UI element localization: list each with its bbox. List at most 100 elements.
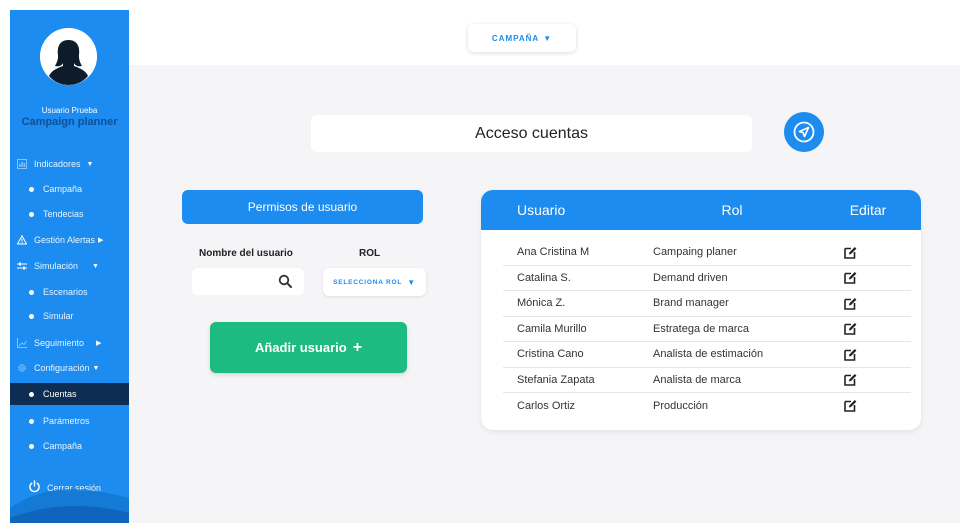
send-button[interactable] (784, 112, 824, 152)
user-cell: Stefania Zapata (517, 373, 595, 386)
bullet-icon (29, 443, 34, 449)
edit-cell (821, 373, 879, 387)
campaign-dropdown-label: CAMPAÑA (491, 33, 540, 43)
user-cell: Mónica Z. (517, 297, 566, 310)
edit-cell (821, 322, 879, 336)
edit-icon[interactable] (843, 322, 857, 336)
edit-icon[interactable] (843, 271, 857, 285)
user-cell: Carlos Ortiz (517, 399, 576, 412)
username-label: Nombre del usuario (199, 248, 293, 259)
table-row: Mónica Z. Brand manager (503, 291, 911, 317)
sidebar-item-seguimiento[interactable]: Seguimiento ▶ (10, 332, 129, 354)
column-header-role: Rol (721, 202, 743, 218)
send-icon (793, 121, 815, 143)
sidebar-item-label: Parámetros (43, 416, 90, 426)
sidebar-item-label: Tendecias (43, 209, 84, 219)
user-cell: Ana Cristina M (517, 246, 590, 259)
bullet-icon (29, 289, 34, 295)
edit-icon[interactable] (843, 348, 857, 361)
sidebar-item-label: Campaña (43, 184, 83, 194)
chevron-down-icon: ▼ (92, 364, 100, 372)
sidebar-item-label: Simular (43, 311, 74, 321)
user-silhouette-icon (40, 28, 97, 85)
sidebar-item-campana[interactable]: Campaña (10, 178, 129, 200)
role-cell: Campaing planer (653, 246, 737, 259)
sidebar-item-campana-config[interactable]: Campaña (10, 435, 129, 457)
table-row: Camila Murillo Estratega de marca (503, 317, 911, 342)
edit-icon[interactable] (843, 399, 857, 413)
sidebar-item-label: Indicadores (34, 159, 81, 169)
role-cell: Producción (653, 399, 709, 412)
bullet-icon (29, 211, 34, 217)
sidebar-item-label: Gestión Alertas (34, 235, 96, 245)
chevron-right-icon: ▶ (96, 340, 102, 347)
bullet-icon (29, 186, 34, 192)
role-cell: Analista de marca (653, 373, 742, 386)
chevron-down-icon: ▼ (407, 277, 416, 287)
table-row: Catalina S. Demand driven (503, 266, 911, 291)
sliders-icon (17, 261, 27, 271)
bullet-icon (29, 313, 34, 319)
warning-icon (17, 235, 27, 245)
role-cell: Estratega de marca (653, 322, 749, 335)
sidebar-item-configuracion[interactable]: Configuración ▼ (10, 357, 129, 379)
sidebar: Usuario Prueba Campaign planner Indicado… (10, 10, 129, 523)
user-cell: Camila Murillo (517, 322, 587, 335)
table-row: Carlos Ortiz Producción (503, 393, 911, 419)
chevron-down-icon: ▼ (543, 33, 553, 43)
table-row: Ana Cristina M Campaing planer (503, 240, 911, 266)
sidebar-item-simulacion[interactable]: Simulación ▼ (10, 255, 129, 277)
plus-icon: + (352, 338, 363, 356)
sidebar-item-escenarios[interactable]: Escenarios (10, 281, 129, 303)
sidebar-item-indicadores[interactable]: Indicadores ▼ (10, 153, 129, 175)
chevron-down-icon: ▼ (92, 262, 99, 270)
permissions-header: Permisos de usuario (182, 190, 423, 224)
column-header-user: Usuario (517, 202, 566, 218)
sidebar-item-label: Simulación (34, 261, 79, 271)
table-row: Stefania Zapata Analista de marca (503, 368, 911, 393)
page-title: Acceso cuentas (311, 115, 752, 152)
trend-icon (17, 338, 27, 348)
add-user-label: Añadir usuario (254, 340, 347, 355)
role-cell: Brand manager (653, 297, 729, 310)
username-input[interactable] (198, 276, 282, 287)
username-field[interactable] (192, 268, 304, 295)
sidebar-item-label: Cuentas (43, 389, 77, 399)
app-name: Campaign planner (21, 116, 118, 128)
sidebar-item-label: Seguimiento (34, 338, 85, 348)
user-cell: Catalina S. (517, 271, 571, 284)
role-select[interactable]: SELECCIONA ROL ▼ (323, 268, 426, 296)
campaign-dropdown[interactable]: CAMPAÑA ▼ (468, 24, 576, 52)
bullet-icon (29, 418, 34, 424)
edit-cell (821, 297, 879, 310)
sidebar-item-simular[interactable]: Simular (10, 305, 129, 327)
sidebar-item-gestion-alertas[interactable]: Gestión Alertas ▶ (10, 229, 129, 251)
sidebar-item-cuentas[interactable]: Cuentas (10, 383, 129, 405)
bullet-icon (29, 391, 34, 397)
user-name: Usuario Prueba (41, 106, 98, 115)
gear-icon (17, 363, 27, 373)
chevron-right-icon: ▶ (98, 237, 104, 244)
chart-icon (17, 159, 27, 169)
top-bar: CAMPAÑA ▼ (129, 10, 960, 65)
table-row: Cristina Cano Analista de estimación (503, 342, 911, 368)
edit-icon[interactable] (843, 246, 857, 259)
sidebar-wave-decoration (10, 489, 129, 523)
sidebar-item-label: Campaña (43, 441, 83, 451)
edit-cell (821, 348, 879, 361)
edit-cell (821, 246, 879, 259)
edit-icon[interactable] (843, 297, 857, 310)
column-header-edit: Editar (849, 202, 887, 218)
sidebar-item-label: Escenarios (43, 287, 88, 297)
users-table-body: Ana Cristina M Campaing planer Catalina S.… (481, 230, 921, 419)
search-icon[interactable] (278, 274, 292, 288)
role-select-label: SELECCIONA ROL (333, 278, 403, 286)
role-cell: Analista de estimación (653, 348, 764, 361)
edit-icon[interactable] (843, 373, 857, 387)
sidebar-item-parametros[interactable]: Parámetros (10, 410, 129, 432)
sidebar-item-tendecias[interactable]: Tendecias (10, 203, 129, 225)
chevron-down-icon: ▼ (86, 160, 94, 168)
users-table-header: Usuario Rol Editar (481, 190, 921, 230)
role-label: ROL (359, 248, 381, 259)
add-user-button[interactable]: Añadir usuario + (210, 322, 407, 373)
